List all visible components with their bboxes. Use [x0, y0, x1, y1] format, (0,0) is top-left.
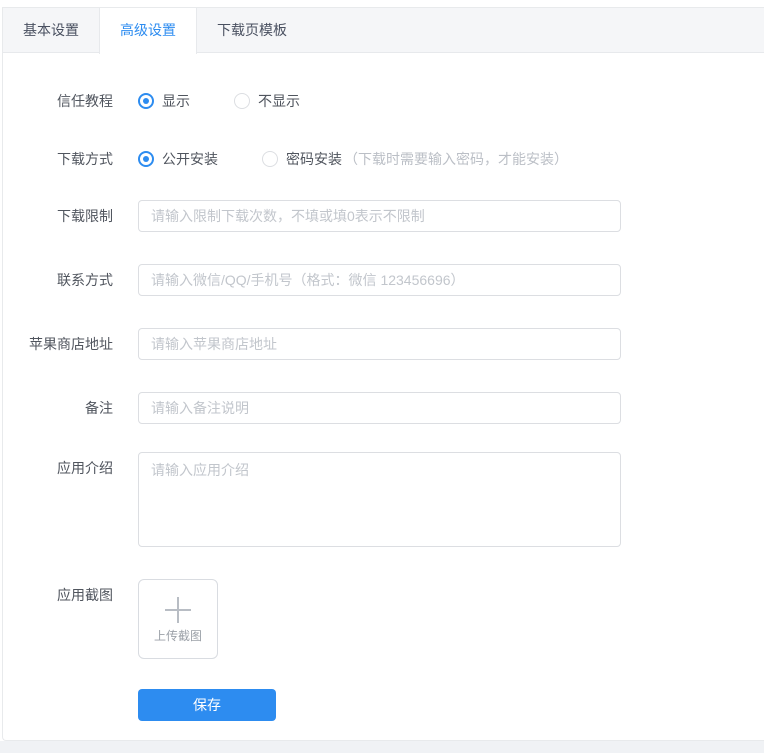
apple-store-input[interactable] — [138, 328, 621, 360]
radio-option-show[interactable]: 显示 — [138, 91, 190, 111]
trust-tutorial-radio-group: 显示 不显示 — [138, 91, 344, 111]
radio-selected-icon[interactable] — [138, 151, 154, 167]
form-row-download-method: 下载方式 公开安装 密码安装 （下载时需要输入密码，才能安装） — [3, 149, 734, 169]
tab-basic-settings[interactable]: 基本设置 — [3, 8, 99, 54]
form-row-contact: 联系方式 — [3, 264, 734, 296]
field-label-trust-tutorial: 信任教程 — [57, 92, 113, 109]
radio-label: 公开安装 — [162, 151, 218, 167]
radio-option-hide[interactable]: 不显示 — [234, 91, 300, 111]
contact-input[interactable] — [138, 264, 621, 296]
download-limit-input[interactable] — [138, 200, 621, 232]
tab-bar: 基本设置 高级设置 下载页模板 — [3, 8, 764, 54]
radio-label: 不显示 — [258, 93, 300, 109]
radio-option-password-install[interactable]: 密码安装 — [262, 149, 342, 169]
upload-text: 上传截图 — [153, 628, 202, 643]
field-label-app-screenshot: 应用截图 — [57, 587, 113, 603]
field-label-apple-store: 苹果商店地址 — [29, 335, 113, 352]
tab-advanced-settings[interactable]: 高级设置 — [99, 8, 197, 54]
download-method-radio-group: 公开安装 密码安装 （下载时需要输入密码，才能安装） — [138, 149, 568, 169]
radio-selected-icon[interactable] — [138, 93, 154, 109]
password-install-note: （下载时需要输入密码，才能安装） — [344, 150, 568, 167]
radio-label: 密码安装 — [286, 151, 342, 167]
advanced-settings-form: 信任教程 显示 不显示 下载方式 公开安装 密码安装 （下载时需要输入密码，才能… — [3, 53, 764, 721]
form-row-save: 保存 — [3, 689, 734, 721]
field-label-remark: 备注 — [85, 399, 113, 416]
remark-input[interactable] — [138, 392, 621, 424]
field-label-download-limit: 下载限制 — [57, 207, 113, 224]
form-row-download-limit: 下载限制 — [3, 200, 734, 232]
settings-card: 基本设置 高级设置 下载页模板 信任教程 显示 不显示 下载方式 公开安装 密码… — [2, 7, 764, 741]
form-row-remark: 备注 — [3, 392, 734, 424]
form-row-app-screenshot: 应用截图 上传截图 — [3, 579, 734, 659]
radio-unselected-icon[interactable] — [262, 151, 278, 167]
radio-label: 显示 — [162, 93, 190, 109]
form-row-trust-tutorial: 信任教程 显示 不显示 — [3, 91, 734, 111]
tab-download-page-template[interactable]: 下载页模板 — [197, 8, 307, 54]
radio-option-public-install[interactable]: 公开安装 — [138, 149, 218, 169]
radio-unselected-icon[interactable] — [234, 93, 250, 109]
field-label-download-method: 下载方式 — [57, 150, 113, 167]
page: 基本设置 高级设置 下载页模板 信任教程 显示 不显示 下载方式 公开安装 密码… — [0, 0, 764, 753]
form-row-apple-store: 苹果商店地址 — [3, 328, 734, 360]
form-row-app-intro: 应用介绍 — [3, 452, 734, 547]
upload-screenshot-button[interactable]: 上传截图 — [138, 579, 218, 659]
page-background-strip — [0, 741, 764, 753]
save-button[interactable]: 保存 — [138, 689, 276, 721]
field-label-contact: 联系方式 — [57, 271, 113, 288]
plus-icon — [165, 596, 191, 623]
app-intro-textarea[interactable] — [138, 452, 621, 547]
field-label-app-intro: 应用介绍 — [57, 460, 113, 476]
